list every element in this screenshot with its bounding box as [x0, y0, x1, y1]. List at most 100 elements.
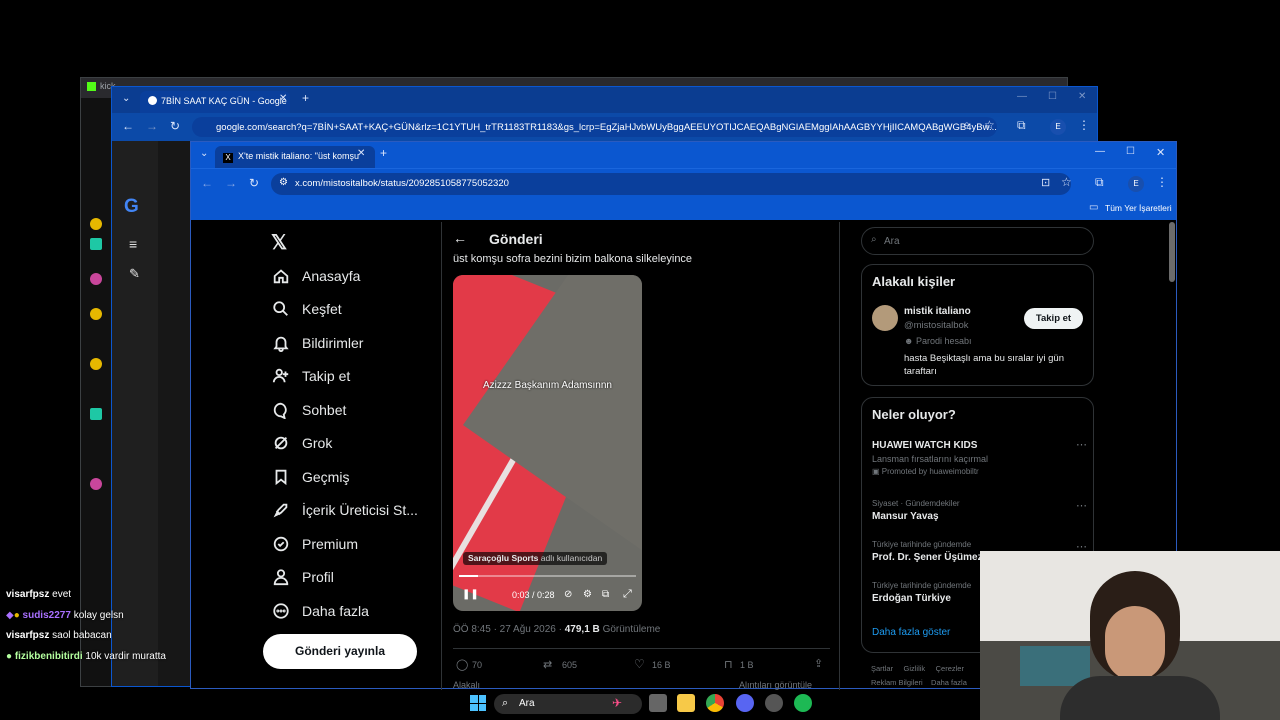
nav-item-4[interactable]: Takip et: [271, 362, 350, 390]
x-logo-icon[interactable]: 𝕏: [271, 230, 287, 255]
search-icon: [271, 299, 291, 319]
all-bookmarks-link[interactable]: Tüm Yer İşaretleri: [1105, 203, 1172, 213]
avatar[interactable]: [872, 305, 898, 331]
more-options-icon[interactable]: ⋯: [1076, 438, 1087, 451]
show-more-link[interactable]: Daha fazla göster: [872, 627, 950, 638]
nav-item-2[interactable]: Keşfet: [271, 295, 342, 323]
file-explorer-icon[interactable]: [677, 694, 695, 712]
reply-count: 70: [472, 660, 483, 670]
google-tab[interactable]: 7BİN SAAT KAÇ GÜN - Google: [140, 91, 290, 113]
minimize-icon[interactable]: —: [1017, 91, 1027, 102]
new-tab-icon[interactable]: +: [302, 91, 309, 105]
extensions-icon[interactable]: ⧉: [1095, 175, 1104, 190]
site-info-icon[interactable]: ⚙: [279, 177, 288, 188]
footer-link[interactable]: Şartlar: [871, 664, 893, 673]
forward-icon[interactable]: →: [225, 176, 237, 190]
repost-count: 605: [562, 660, 578, 670]
settings-icon[interactable]: ⚙: [583, 589, 592, 600]
back-arrow-icon[interactable]: ←: [453, 230, 467, 246]
related-link[interactable]: Alakalı: [453, 680, 480, 690]
more-options-icon[interactable]: ⋯: [1076, 499, 1087, 512]
like-icon[interactable]: ♡: [634, 657, 645, 671]
edit-icon[interactable]: ✎: [129, 266, 140, 282]
close-tab-icon[interactable]: ✕: [357, 148, 365, 159]
person-icon: [271, 567, 291, 587]
close-tab-icon[interactable]: ✕: [279, 93, 287, 104]
video-progress-track[interactable]: [459, 575, 636, 577]
menu-icon[interactable]: ⋮: [1156, 175, 1168, 189]
nav-item-1[interactable]: Anasayfa: [271, 262, 360, 290]
search-icon: ⌕: [871, 234, 877, 245]
maximize-icon[interactable]: ☐: [1126, 146, 1135, 157]
reload-icon[interactable]: ↻: [170, 119, 180, 133]
close-window-icon[interactable]: ✕: [1078, 91, 1086, 102]
mask-icon: ☻: [904, 336, 916, 346]
trend-item[interactable]: HUAWEI WATCH KIDS Lansman fırsatlarını k…: [872, 438, 1087, 476]
scrollbar-thumb[interactable]: [1169, 222, 1175, 282]
bookmark-icon[interactable]: ⊓: [724, 658, 733, 671]
zoom-icon[interactable]: ⌕: [964, 119, 970, 130]
view-quotes-link[interactable]: Alıntıları görüntüle: [739, 680, 812, 690]
menu-icon[interactable]: ⋮: [1078, 118, 1090, 132]
profile-avatar[interactable]: E: [1128, 176, 1144, 192]
tab-search-icon[interactable]: ⌄: [200, 148, 208, 159]
chat-text: evet: [52, 589, 72, 600]
nav-item-3[interactable]: Bildirimler: [271, 329, 363, 357]
tab-search-icon[interactable]: ⌄: [122, 93, 130, 104]
minimize-icon[interactable]: —: [1095, 146, 1105, 157]
footer-link[interactable]: Çerezler: [936, 664, 964, 673]
video-player[interactable]: Azizzz Başkanım Adamsınnn Saraçoğlu Spor…: [453, 275, 642, 611]
nav-item-11[interactable]: Daha fazla: [271, 597, 369, 625]
google-address-bar[interactable]: google.com/search?q=7BİN+SAAT+KAÇ+GÜN&rl…: [192, 117, 997, 137]
pip-icon[interactable]: ⧉: [602, 589, 609, 600]
profile-avatar[interactable]: E: [1050, 119, 1066, 135]
nav-item-7[interactable]: Geçmiş: [271, 463, 349, 491]
chat-username: visarfpsz: [6, 589, 50, 600]
discord-icon[interactable]: [736, 694, 754, 712]
fullscreen-icon[interactable]: ⤢: [623, 588, 632, 601]
spotify-icon[interactable]: [794, 694, 812, 712]
footer-link[interactable]: Reklam Bilgileri: [871, 678, 923, 687]
back-icon[interactable]: ←: [201, 176, 213, 190]
trend-item[interactable]: Siyaset · Gündemdekiler Mansur Yavaş ⋯: [872, 499, 1087, 522]
footer-link[interactable]: Gizlilik: [904, 664, 926, 673]
x-address-bar[interactable]: ⚙ x.com/mistositalbok/status/20928510587…: [271, 173, 1071, 195]
star-icon[interactable]: ☆: [1061, 175, 1072, 189]
x-tab[interactable]: X X'te mistik italiano: "üst komşu: [215, 146, 375, 168]
nav-item-8[interactable]: İçerik Üreticisi St...: [271, 496, 418, 524]
x-url-text: x.com/mistositalbok/status/2092851058775…: [295, 178, 509, 189]
badge-icon: ◆: [6, 610, 14, 621]
back-icon[interactable]: ←: [122, 119, 134, 133]
nav-item-10[interactable]: Profil: [271, 563, 334, 591]
star-icon[interactable]: ☆: [984, 118, 995, 132]
forward-icon[interactable]: →: [146, 119, 158, 133]
badge-icon: ●: [6, 651, 13, 662]
person-name[interactable]: mistik italiano: [904, 306, 971, 317]
footer-link[interactable]: Daha fazla: [931, 678, 967, 687]
reload-icon[interactable]: ↻: [249, 176, 259, 190]
mute-icon[interactable]: ⊘: [564, 589, 572, 600]
nav-item-6[interactable]: Grok: [271, 429, 332, 457]
steam-icon[interactable]: [765, 694, 783, 712]
reply-icon[interactable]: ◯: [456, 658, 468, 671]
post-button[interactable]: Gönderi yayınla: [263, 634, 417, 669]
repost-icon[interactable]: ⇄: [543, 658, 552, 671]
share-icon[interactable]: ⇪: [814, 657, 823, 670]
pause-icon[interactable]: ❚❚: [462, 589, 479, 600]
install-app-icon[interactable]: ⊡: [1041, 176, 1050, 189]
person-handle[interactable]: @mistositalbok: [904, 320, 969, 331]
taskbar-search[interactable]: ⌕ Ara ✈: [494, 694, 642, 714]
task-view-icon[interactable]: [649, 694, 667, 712]
video-attribution[interactable]: Saraçoğlu Sports adlı kullanıcıdan: [463, 552, 608, 565]
close-window-icon[interactable]: ✕: [1156, 146, 1165, 159]
start-icon[interactable]: [470, 695, 486, 711]
x-search-box[interactable]: ⌕ Ara: [861, 227, 1094, 255]
extensions-icon[interactable]: ⧉: [1017, 118, 1026, 133]
new-tab-icon[interactable]: +: [380, 146, 387, 160]
follow-button[interactable]: Takip et: [1024, 308, 1083, 329]
nav-item-9[interactable]: Premium: [271, 530, 358, 558]
nav-item-5[interactable]: Sohbet: [271, 396, 346, 424]
chrome-icon[interactable]: [706, 694, 724, 712]
maximize-icon[interactable]: ☐: [1048, 91, 1057, 102]
hamburger-icon[interactable]: ≡: [129, 236, 137, 252]
